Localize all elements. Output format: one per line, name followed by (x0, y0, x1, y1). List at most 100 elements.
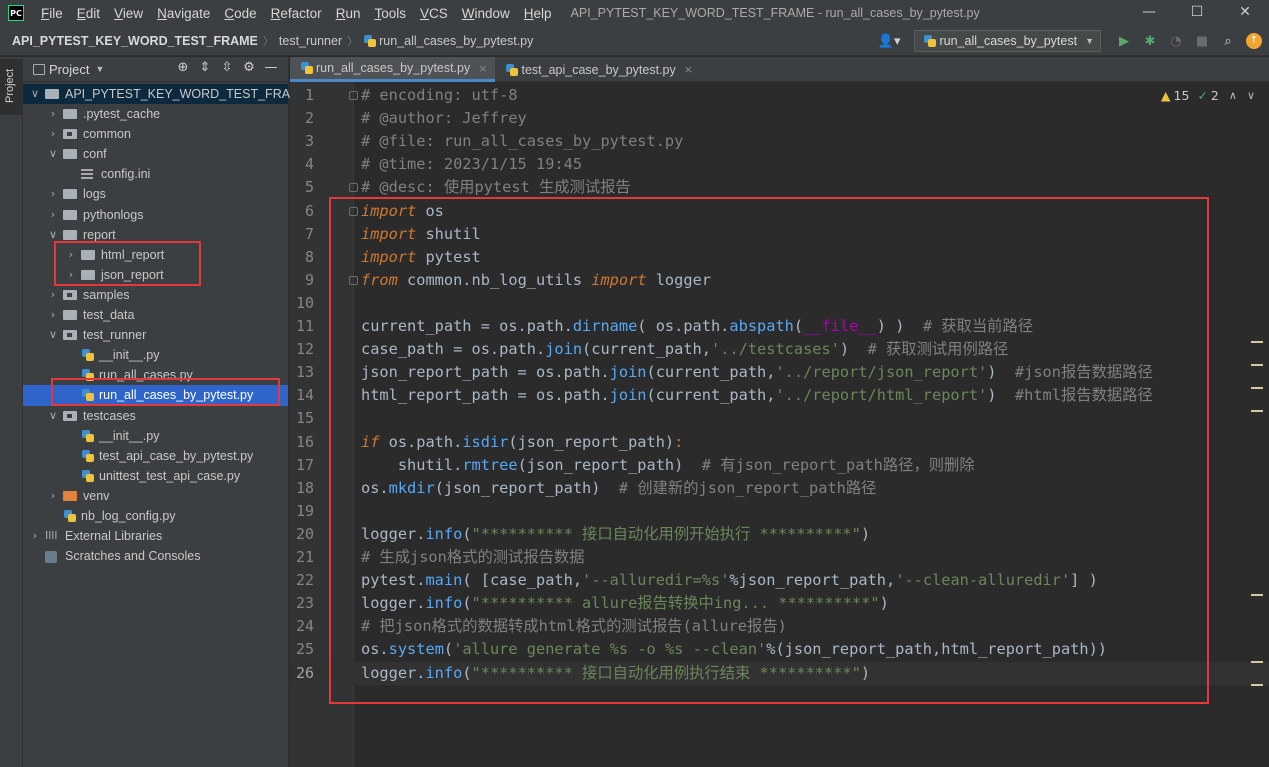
tree-expand-icon[interactable]: ∨ (29, 84, 41, 104)
tree-item[interactable]: __init__.py (23, 345, 288, 365)
line-number[interactable]: 19 (290, 500, 314, 523)
collapse-all-icon[interactable]: ⇳ (216, 60, 238, 75)
menu-item[interactable]: Refactor (264, 6, 329, 21)
error-stripe-mark[interactable] (1251, 410, 1263, 412)
line-number[interactable]: 14 (290, 384, 314, 407)
menu-item[interactable]: Edit (70, 6, 107, 21)
tree-item[interactable]: unittest_test_api_case.py (23, 466, 288, 486)
line-number[interactable]: 26 (290, 662, 314, 685)
close-tab-icon[interactable]: × (478, 62, 487, 75)
line-number[interactable]: 25 (290, 638, 314, 661)
menu-item[interactable]: File (34, 6, 70, 21)
tree-item[interactable]: __init__.py (23, 426, 288, 446)
previous-highlight-icon[interactable]: ∧ (1229, 89, 1237, 102)
menu-item[interactable]: Tools (367, 6, 413, 21)
menu-item[interactable]: Navigate (150, 6, 217, 21)
code-line[interactable]: 1 # encoding: utf-8 (290, 84, 1269, 107)
code-line[interactable]: 2 # @author: Jeffrey (290, 107, 1269, 130)
coverage-icon[interactable]: ◔ (1165, 30, 1187, 52)
project-tool-tab[interactable]: Project (0, 59, 22, 115)
breadcrumb-project[interactable]: API_PYTEST_KEY_WORD_TEST_FRAME (12, 34, 258, 48)
user-account-icon[interactable]: 👤▾ (878, 34, 901, 49)
next-highlight-icon[interactable]: ∨ (1247, 89, 1255, 102)
project-view-selector[interactable]: Project (49, 62, 89, 77)
error-stripe-mark[interactable] (1251, 341, 1263, 343)
code-line[interactable]: 4 # @time: 2023/1/15 19:45 (290, 153, 1269, 176)
breadcrumb-folder[interactable]: test_runner (279, 34, 342, 48)
tree-item[interactable]: › common (23, 124, 288, 144)
tree-expand-icon[interactable]: › (47, 205, 59, 225)
tree-expand-icon[interactable]: ∨ (47, 406, 59, 426)
tree-expand-icon[interactable]: › (47, 184, 59, 204)
line-number[interactable]: 23 (290, 592, 314, 615)
line-number[interactable]: 11 (290, 315, 314, 338)
tree-item[interactable]: › Illl External Libraries (23, 526, 288, 546)
line-number[interactable]: 18 (290, 477, 314, 500)
line-number[interactable]: 12 (290, 338, 314, 361)
run-configuration-select[interactable]: run_all_cases_by_pytest ▼ (914, 30, 1101, 52)
tree-item[interactable]: Scratches and Consoles (23, 546, 288, 566)
line-number[interactable]: 24 (290, 615, 314, 638)
line-number[interactable]: 22 (290, 569, 314, 592)
tree-expand-icon[interactable]: › (47, 124, 59, 144)
code-line[interactable]: 3 # @file: run_all_cases_by_pytest.py (290, 130, 1269, 153)
inspection-widget[interactable]: ▲ 15 ✓ 2 ∧ ∨ (1161, 88, 1255, 103)
tree-item[interactable]: › venv (23, 486, 288, 506)
line-number[interactable]: 8 (290, 246, 314, 269)
menu-item[interactable]: Window (455, 6, 517, 21)
tree-item[interactable]: › samples (23, 285, 288, 305)
menu-item[interactable]: VCS (413, 6, 455, 21)
tree-item[interactable]: ∨ testcases (23, 406, 288, 426)
gear-icon[interactable]: ⚙ (238, 60, 260, 75)
line-number[interactable]: 4 (290, 153, 314, 176)
tree-item[interactable]: › logs (23, 184, 288, 204)
breadcrumb-file[interactable]: run_all_cases_by_pytest.py (379, 34, 533, 48)
close-tab-icon[interactable]: × (684, 63, 693, 76)
line-number[interactable]: 1 (290, 84, 314, 107)
menu-item[interactable]: View (107, 6, 150, 21)
hide-panel-icon[interactable]: — (260, 60, 282, 75)
line-number[interactable]: 2 (290, 107, 314, 130)
tree-item[interactable]: ∨ conf (23, 144, 288, 164)
tree-expand-icon[interactable]: › (47, 305, 59, 325)
line-number[interactable]: 15 (290, 407, 314, 430)
line-number[interactable]: 13 (290, 361, 314, 384)
tree-expand-icon[interactable]: ∨ (47, 325, 59, 345)
line-number[interactable]: 21 (290, 546, 314, 569)
menu-item[interactable]: Code (217, 6, 263, 21)
fold-marker-icon[interactable] (349, 183, 358, 193)
editor-tab[interactable]: test_api_case_by_pytest.py × (495, 57, 701, 82)
locate-icon[interactable]: ⊕ (172, 60, 194, 75)
run-icon[interactable]: ▶ (1113, 30, 1135, 52)
tree-item[interactable]: › pythonlogs (23, 205, 288, 225)
error-stripe-mark[interactable] (1251, 594, 1263, 596)
line-number[interactable]: 9 (290, 269, 314, 292)
line-number[interactable]: 10 (290, 292, 314, 315)
fold-marker-icon[interactable] (349, 91, 358, 100)
debug-icon[interactable]: ✱ (1139, 30, 1161, 52)
error-stripe-mark[interactable] (1251, 387, 1263, 389)
menu-item[interactable]: Help (517, 6, 559, 21)
tree-expand-icon[interactable]: ∨ (47, 144, 59, 164)
maximize-button[interactable]: ☐ (1173, 0, 1221, 26)
tree-item[interactable]: › .pytest_cache (23, 104, 288, 124)
tree-item[interactable]: config.ini (23, 164, 288, 184)
tree-expand-icon[interactable]: › (29, 526, 41, 546)
stop-icon[interactable]: ■ (1191, 30, 1213, 52)
tree-item[interactable]: ∨ API_PYTEST_KEY_WORD_TEST_FRAME (23, 84, 309, 105)
tree-expand-icon[interactable]: › (47, 486, 59, 506)
line-number[interactable]: 3 (290, 130, 314, 153)
line-number[interactable]: 6 (290, 200, 314, 223)
tree-expand-icon[interactable]: › (47, 285, 59, 305)
update-icon[interactable]: ↑ (1243, 30, 1265, 52)
error-stripe-mark[interactable] (1251, 364, 1263, 366)
tree-item[interactable]: nb_log_config.py (23, 506, 288, 526)
menu-item[interactable]: Run (329, 6, 368, 21)
line-number[interactable]: 16 (290, 431, 314, 454)
error-stripe-mark[interactable] (1251, 661, 1263, 663)
error-stripe-mark[interactable] (1251, 684, 1263, 686)
close-button[interactable]: ✕ (1221, 0, 1269, 26)
tree-item[interactable]: ∨ test_runner (23, 325, 288, 345)
search-icon[interactable]: ⌕ (1217, 30, 1239, 52)
line-number[interactable]: 5 (290, 176, 314, 199)
